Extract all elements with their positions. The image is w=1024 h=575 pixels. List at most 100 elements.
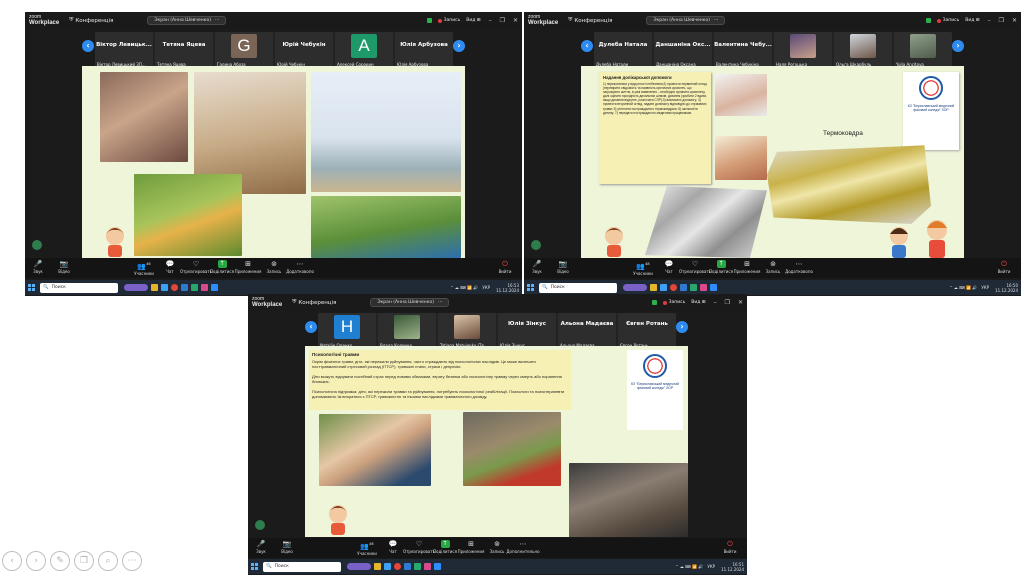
leave-button[interactable]: ⏻ Вийти — [991, 260, 1017, 274]
minimize-icon[interactable]: – — [714, 299, 717, 306]
app-icon[interactable] — [384, 563, 391, 570]
video-button[interactable]: 📷 Відео — [550, 260, 576, 274]
app-icon[interactable] — [623, 284, 647, 291]
next-icon[interactable]: › — [26, 551, 46, 571]
taskbar-clock[interactable]: 16:51 11.12.2024 — [721, 562, 744, 572]
app-icon[interactable] — [161, 284, 168, 291]
recording-indicator[interactable]: Запись — [925, 18, 959, 23]
security-shield-icon[interactable] — [531, 240, 541, 250]
conference-menu[interactable]: ⛨ Конференція — [69, 17, 113, 24]
screen-share-pill[interactable]: Экран (Анна Шевченко) ⋯ — [147, 16, 227, 25]
taskbar-clock[interactable]: 16:50 11.12.2024 — [995, 283, 1018, 293]
app-icon[interactable] — [124, 284, 148, 291]
copy-icon[interactable]: ❐ — [74, 551, 94, 571]
participants-next-button[interactable]: › — [952, 40, 964, 52]
conference-menu[interactable]: ⛨ Конференція — [568, 17, 612, 24]
participant-tile[interactable]: Євген РотаньЄвген Ротань — [618, 313, 676, 349]
participant-tile[interactable]: G Галина Абоза — [215, 32, 273, 68]
security-shield-icon[interactable] — [32, 240, 42, 250]
record-button[interactable]: ⊚ Запись — [760, 260, 786, 276]
participant-tile[interactable]: Юлія Арбузова Юлія Арбузова — [395, 32, 453, 68]
participant-tile[interactable]: Юрій Чебукін Юрій Чебукін — [275, 32, 333, 68]
share-button[interactable]: ↑ Поділитися — [432, 540, 458, 556]
participant-tile[interactable]: Тетяна Яцева Тетяна Яцева — [155, 32, 213, 68]
app-icon[interactable] — [404, 563, 411, 570]
participant-tile[interactable]: A Алексей Сорокин — [335, 32, 393, 68]
participants-button[interactable]: 👥46 Учасники — [354, 540, 380, 556]
participant-tile[interactable]: Валентина Чебу... Валентина Чебукіна — [714, 32, 772, 68]
share-button[interactable]: ↑ Поділитися — [209, 260, 235, 276]
react-button[interactable]: ♡ Отреагировать — [403, 540, 435, 556]
more-button[interactable]: ⋯ Дополнительно — [506, 540, 539, 556]
app-icon[interactable] — [151, 284, 158, 291]
security-shield-icon[interactable] — [255, 520, 265, 530]
participants-prev-button[interactable]: ‹ — [305, 321, 317, 333]
react-button[interactable]: ♡ Отреагировать — [679, 260, 711, 276]
participant-tile[interactable]: Наля Рогоцька — [774, 32, 832, 68]
app-icon[interactable] — [424, 563, 431, 570]
participant-tile[interactable]: Альона МадаєваАльона Мадаєва — [558, 313, 616, 349]
minimize-icon[interactable]: – — [489, 17, 492, 24]
app-icon[interactable] — [650, 284, 657, 291]
participants-prev-button[interactable]: ‹ — [581, 40, 593, 52]
app-icon[interactable] — [181, 284, 188, 291]
pen-icon[interactable]: ✎ — [50, 551, 70, 571]
app-icon[interactable] — [660, 284, 667, 291]
close-icon[interactable]: ✕ — [1012, 17, 1017, 24]
more-icon[interactable]: ⋯ — [122, 551, 142, 571]
maximize-icon[interactable]: ❐ — [999, 17, 1004, 24]
participant-tile[interactable]: Даншаніна Окс... Даншаніна Оксана — [654, 32, 712, 68]
app-icon[interactable] — [374, 563, 381, 570]
participant-tile[interactable]: Віктор Левицьк... Віктор Левицький ЗП... — [95, 32, 153, 68]
app-icon[interactable] — [201, 284, 208, 291]
minimize-icon[interactable]: – — [988, 17, 991, 24]
app-icon[interactable] — [700, 284, 707, 291]
prev-icon[interactable]: ‹ — [2, 551, 22, 571]
apps-button[interactable]: ⊞ Приложения — [734, 260, 761, 276]
participants-prev-button[interactable]: ‹ — [82, 40, 94, 52]
taskbar-clock[interactable]: 16:53 11.12.2024 — [496, 283, 519, 293]
chrome-icon[interactable] — [670, 284, 677, 291]
view-menu[interactable]: Вид ⊞ — [691, 300, 705, 305]
screen-share-pill[interactable]: Экран (Анна Шевченко) ⋯ — [646, 16, 726, 25]
participants-button[interactable]: 👥46 Учасники — [131, 260, 157, 276]
participant-tile[interactable]: Влада Коленко — [378, 313, 436, 349]
recording-indicator[interactable]: Запись — [651, 300, 685, 305]
windows-start-icon[interactable] — [251, 563, 258, 570]
app-icon[interactable] — [680, 284, 687, 291]
more-button[interactable]: ⋯ Додатковопо — [286, 260, 314, 276]
windows-start-icon[interactable] — [527, 284, 534, 291]
participant-tile[interactable]: HNataliie Оденко — [318, 313, 376, 349]
app-icon[interactable] — [690, 284, 697, 291]
chrome-icon[interactable] — [394, 563, 401, 570]
participant-tile[interactable]: Ольга Шкарбуль — [834, 32, 892, 68]
audio-button[interactable]: 🎤 Звук — [25, 260, 51, 274]
participants-next-button[interactable]: › — [453, 40, 465, 52]
close-icon[interactable]: ✕ — [513, 17, 518, 24]
video-button[interactable]: 📷 Відео — [274, 540, 300, 554]
maximize-icon[interactable]: ❐ — [500, 17, 505, 24]
participant-tile[interactable]: Дулеба Натала Дулеба Натали — [594, 32, 652, 68]
taskbar-search-input[interactable]: 🔍 Поиск — [40, 282, 118, 293]
record-button[interactable]: ⊚ Запись — [261, 260, 287, 276]
screen-share-pill[interactable]: Экран (Анна Шевченко) ⋯ — [370, 298, 450, 307]
participant-tile[interactable]: Yulia Ancitova — [894, 32, 952, 68]
participants-next-button[interactable]: › — [676, 321, 688, 333]
share-button[interactable]: ↑ Поділитися — [708, 260, 734, 276]
maximize-icon[interactable]: ❐ — [725, 299, 730, 306]
app-icon[interactable] — [191, 284, 198, 291]
audio-button[interactable]: 🎤 Звук — [524, 260, 550, 274]
conference-menu[interactable]: ⛨ Конференція — [292, 299, 336, 306]
taskbar-search-input[interactable]: 🔍 Поиск — [539, 282, 617, 293]
zoom-app-icon[interactable] — [211, 284, 218, 291]
video-button[interactable]: 📷 Відео — [51, 260, 77, 274]
app-icon[interactable] — [414, 563, 421, 570]
participant-tile[interactable]: Юлія ЗінкусЮлія Зінкус — [498, 313, 556, 349]
windows-start-icon[interactable] — [28, 284, 35, 291]
close-icon[interactable]: ✕ — [738, 299, 743, 306]
more-button[interactable]: ⋯ Додатковопо — [785, 260, 813, 276]
apps-button[interactable]: ⊞ Приложения — [235, 260, 262, 276]
zoom-app-icon[interactable] — [434, 563, 441, 570]
chrome-icon[interactable] — [171, 284, 178, 291]
audio-button[interactable]: 🎤 Звук — [248, 540, 274, 554]
